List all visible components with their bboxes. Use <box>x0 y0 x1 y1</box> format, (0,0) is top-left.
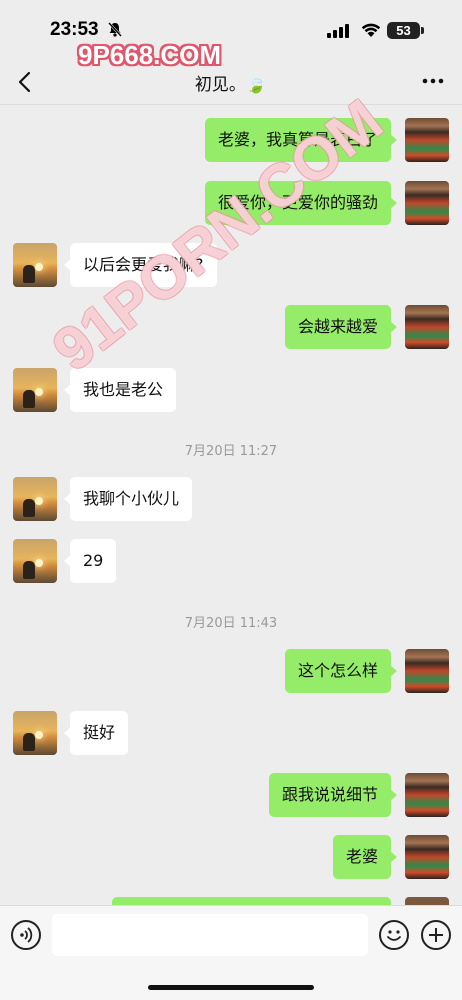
self-avatar[interactable] <box>405 835 449 879</box>
message-timestamp: 7月20日 11:27 <box>184 444 278 459</box>
contact-avatar[interactable] <box>13 243 57 287</box>
message-timestamp: 7月20日 11:43 <box>184 616 278 631</box>
self-avatar[interactable] <box>405 118 449 162</box>
message-bubble-self[interactable]: 这个怎么样 <box>284 649 398 693</box>
message-bubble-self[interactable]: 很爱你，更爱你的骚劲 <box>204 181 398 225</box>
bell-slash-icon <box>108 22 122 37</box>
message-bubble-self[interactable]: 老婆 <box>332 835 398 879</box>
emoji-icon[interactable] <box>379 920 409 950</box>
home-indicator[interactable] <box>148 985 314 990</box>
message-bubble-self[interactable]: 跟我说说细节 <box>268 773 398 817</box>
battery-icon: 53 <box>387 22 424 39</box>
message-input[interactable] <box>52 914 368 956</box>
contact-avatar[interactable] <box>13 539 57 583</box>
plus-icon[interactable] <box>421 920 451 950</box>
self-avatar[interactable] <box>405 181 449 225</box>
self-avatar[interactable] <box>405 305 449 349</box>
message-bubble-other[interactable]: 挺好 <box>63 711 129 755</box>
chat-title: 初见。🍃 <box>194 75 268 95</box>
message-bubble-other[interactable]: 以后会更爱我嘛? <box>64 243 217 287</box>
more-dots-icon[interactable] <box>416 66 450 96</box>
message-bubble-other[interactable]: 我也是老公 <box>63 368 177 412</box>
self-avatar[interactable] <box>405 773 449 817</box>
chat-header: 初见。🍃 <box>0 60 462 104</box>
wifi-icon <box>361 23 381 37</box>
message-bubble-self[interactable]: 会越来越爱 <box>284 305 398 349</box>
status-bar: 23:53 53 <box>0 0 462 60</box>
message-bubble-other[interactable]: 29 <box>63 539 117 583</box>
status-time: 23:53 <box>50 19 99 40</box>
cellular-signal-icon <box>327 24 349 38</box>
message-bubble-self[interactable]: 老婆，我真算是表白了 <box>204 118 398 162</box>
contact-avatar[interactable] <box>13 711 57 755</box>
contact-avatar[interactable] <box>13 368 57 412</box>
voice-icon[interactable] <box>11 920 41 950</box>
self-avatar[interactable] <box>405 649 449 693</box>
header-divider <box>0 104 462 105</box>
contact-avatar[interactable] <box>13 477 57 521</box>
message-bubble-other[interactable]: 我聊个小伙儿 <box>63 477 193 521</box>
